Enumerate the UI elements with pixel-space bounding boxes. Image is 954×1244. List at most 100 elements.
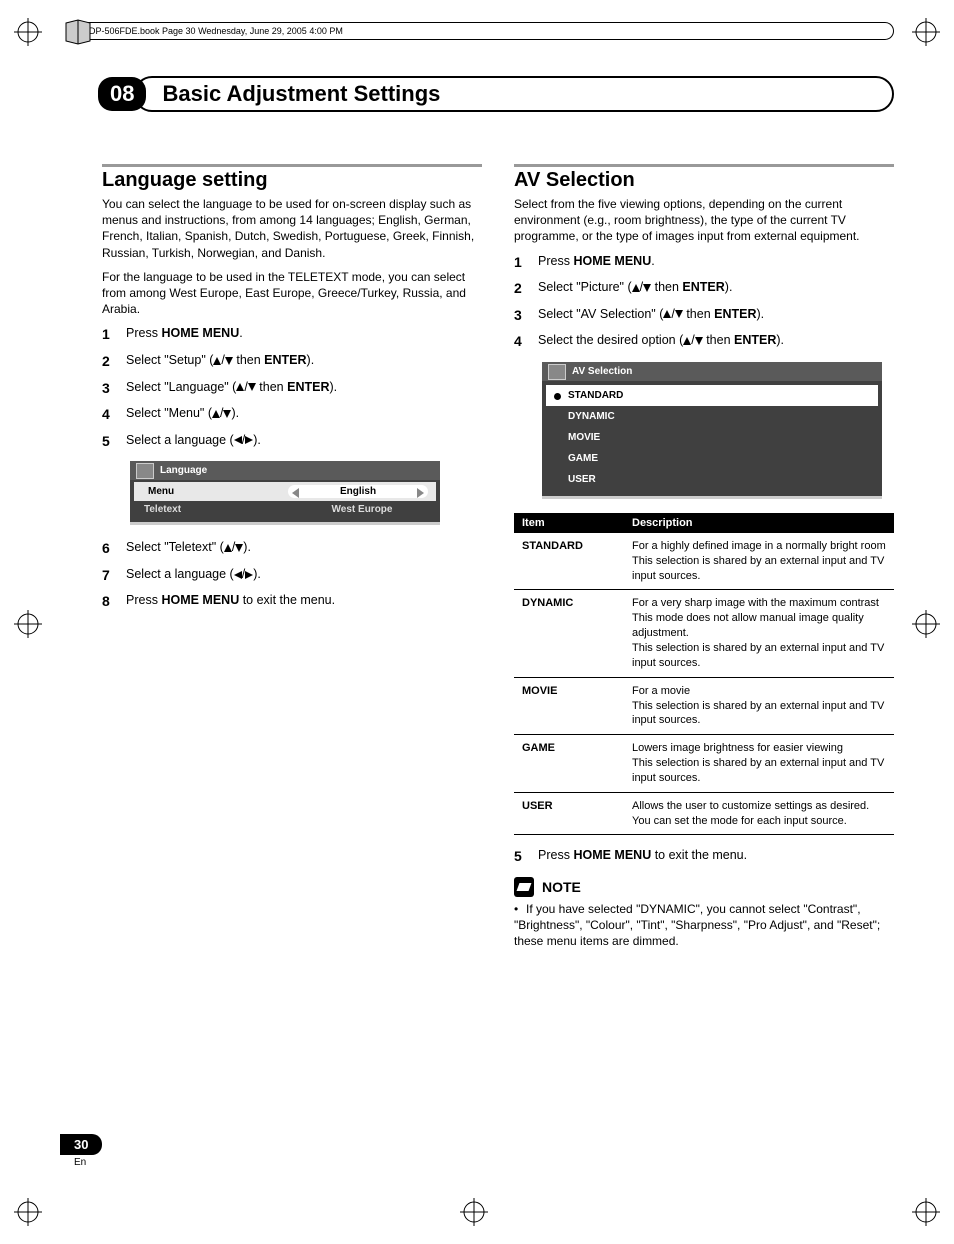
step-text: Select "Setup" (/ then ENTER).	[126, 352, 314, 372]
step-number: 3	[102, 379, 126, 399]
section-title-av: AV Selection	[514, 169, 894, 192]
table-row: USERAllows the user to customize setting…	[514, 792, 894, 835]
chapter-number: 08	[98, 77, 146, 111]
step-item: 3Select "AV Selection" (/ then ENTER).	[514, 306, 894, 326]
step-item: 4Select "Menu" (/).	[102, 405, 482, 425]
step-text: Select a language (/).	[126, 432, 261, 452]
av-osd-item: MOVIE	[546, 427, 878, 448]
page-language: En	[74, 1157, 102, 1168]
framemaker-header: PDP-506FDE.book Page 30 Wednesday, June …	[74, 22, 894, 40]
step-item: 3Select "Language" (/ then ENTER).	[102, 379, 482, 399]
step-text: Press HOME MENU.	[538, 253, 655, 273]
section-rule	[102, 164, 482, 167]
av-osd: AV Selection STANDARDDYNAMICMOVIEGAMEUSE…	[542, 362, 882, 499]
step-number: 6	[102, 539, 126, 559]
step-item: 7Select a language (/).	[102, 566, 482, 586]
picture-icon	[548, 364, 566, 380]
av-intro: Select from the five viewing options, de…	[514, 196, 894, 245]
av-step-5: 5Press HOME MENU to exit the menu.	[514, 847, 894, 867]
table-cell-desc: Lowers image brightness for easier viewi…	[624, 735, 894, 793]
table-cell-desc: For a very sharp image with the maximum …	[624, 590, 894, 677]
step-text: Select "AV Selection" (/ then ENTER).	[538, 306, 764, 326]
av-osd-item: STANDARD	[546, 385, 878, 406]
table-cell-item: USER	[514, 792, 624, 835]
table-cell-desc: Allows the user to customize settings as…	[624, 792, 894, 835]
chapter-title: Basic Adjustment Settings	[152, 81, 876, 107]
step-number: 4	[514, 332, 538, 352]
step-number: 5	[514, 847, 538, 867]
page-number: 30	[60, 1134, 102, 1155]
globe-icon	[136, 463, 154, 479]
table-row: GAMELowers image brightness for easier v…	[514, 735, 894, 793]
left-arrow-icon	[292, 488, 299, 498]
crop-mark-icon	[14, 610, 42, 638]
page-footer: 30 En	[60, 1134, 102, 1168]
step-text: Select a language (/).	[126, 566, 261, 586]
crop-mark-icon	[460, 1198, 488, 1226]
crop-mark-icon	[912, 18, 940, 46]
step-number: 5	[102, 432, 126, 452]
step-item: 1Press HOME MENU.	[102, 325, 482, 345]
step-number: 1	[514, 253, 538, 273]
step-text: Select the desired option (/ then ENTER)…	[538, 332, 784, 352]
av-description-table: Item Description STANDARDFor a highly de…	[514, 513, 894, 836]
crop-mark-icon	[14, 18, 42, 46]
language-intro-2: For the language to be used in the TELET…	[102, 269, 482, 318]
crop-mark-icon	[912, 610, 940, 638]
osd-row: MenuEnglish	[134, 482, 436, 501]
table-head-desc: Description	[624, 513, 894, 533]
crop-mark-icon	[14, 1198, 42, 1226]
osd-row-label: Teletext	[138, 504, 292, 515]
table-cell-desc: For a highly defined image in a normally…	[624, 533, 894, 590]
step-number: 2	[514, 279, 538, 299]
book-icon	[63, 17, 93, 47]
step-item: 6Select "Teletext" (/).	[102, 539, 482, 559]
section-rule	[514, 164, 894, 167]
note-title: NOTE	[542, 879, 581, 895]
table-cell-item: MOVIE	[514, 677, 624, 735]
osd-title: AV Selection	[572, 366, 632, 377]
osd-row-value: West Europe	[292, 504, 432, 515]
osd-header: Language	[130, 461, 440, 480]
step-text: Select "Picture" (/ then ENTER).	[538, 279, 732, 299]
right-column: AV Selection Select from the five viewin…	[514, 164, 894, 950]
section-title-language: Language setting	[102, 169, 482, 192]
step-number: 2	[102, 352, 126, 372]
chapter-header: 08 Basic Adjustment Settings	[98, 76, 894, 112]
step-item: 5Press HOME MENU to exit the menu.	[514, 847, 894, 867]
osd-title: Language	[160, 465, 207, 476]
note-body: •If you have selected "DYNAMIC", you can…	[514, 901, 894, 950]
av-osd-item: DYNAMIC	[546, 406, 878, 427]
table-cell-item: DYNAMIC	[514, 590, 624, 677]
note-text: If you have selected "DYNAMIC", you cann…	[514, 902, 880, 948]
language-steps: 1Press HOME MENU.2Select "Setup" (/ then…	[102, 325, 482, 451]
header-text: PDP-506FDE.book Page 30 Wednesday, June …	[83, 26, 343, 36]
osd-row-value: English	[288, 485, 428, 498]
step-item: 2Select "Picture" (/ then ENTER).	[514, 279, 894, 299]
av-steps: 1Press HOME MENU.2Select "Picture" (/ th…	[514, 253, 894, 352]
note-header: NOTE	[514, 877, 894, 897]
language-intro-1: You can select the language to be used f…	[102, 196, 482, 261]
table-row: DYNAMICFor a very sharp image with the m…	[514, 590, 894, 677]
step-text: Press HOME MENU.	[126, 325, 243, 345]
step-text: Select "Teletext" (/).	[126, 539, 251, 559]
step-text: Select "Menu" (/).	[126, 405, 239, 425]
osd-row: TeletextWest Europe	[130, 501, 440, 518]
note-icon	[514, 877, 534, 897]
av-osd-item: USER	[546, 469, 878, 490]
table-cell-desc: For a movieThis selection is shared by a…	[624, 677, 894, 735]
osd-row-label: Menu	[142, 486, 288, 497]
step-text: Select "Language" (/ then ENTER).	[126, 379, 337, 399]
table-cell-item: STANDARD	[514, 533, 624, 590]
step-number: 8	[102, 592, 126, 612]
step-item: 4Select the desired option (/ then ENTER…	[514, 332, 894, 352]
table-head-item: Item	[514, 513, 624, 533]
table-row: MOVIEFor a movieThis selection is shared…	[514, 677, 894, 735]
step-number: 7	[102, 566, 126, 586]
step-text: Press HOME MENU to exit the menu.	[126, 592, 335, 612]
osd-header: AV Selection	[542, 362, 882, 381]
table-row: STANDARDFor a highly defined image in a …	[514, 533, 894, 590]
step-item: 2Select "Setup" (/ then ENTER).	[102, 352, 482, 372]
step-number: 1	[102, 325, 126, 345]
table-cell-item: GAME	[514, 735, 624, 793]
